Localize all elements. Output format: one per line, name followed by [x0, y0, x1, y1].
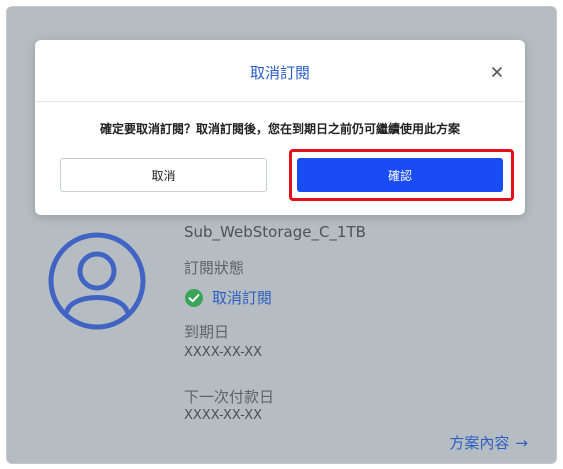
arrow-right-icon: → [515, 433, 528, 452]
cancel-button[interactable]: 取消 [60, 158, 267, 192]
user-avatar-icon [48, 232, 146, 330]
expiry-label: 到期日 [184, 323, 230, 341]
status-label: 訂閱狀態 [184, 259, 245, 277]
dialog-message: 確定要取消訂閱？取消訂閱後，您在到期日之前仍可繼續使用此方案 [99, 122, 460, 136]
plan-name: Sub_WebStorage_C_1TB [184, 223, 366, 241]
close-icon[interactable] [489, 64, 505, 80]
status-value: 取消訂閱 [212, 289, 273, 307]
confirm-button[interactable]: 確認 [297, 158, 503, 192]
plan-details-link[interactable]: 方案內容 → [449, 432, 528, 453]
expiry-value: XXXX-XX-XX [184, 345, 263, 360]
avatar [47, 231, 147, 331]
check-circle-icon [185, 288, 203, 307]
dialog-title: 取消訂閱 [249, 64, 310, 82]
next-payment-label: 下一次付款日 [184, 388, 275, 406]
next-payment-value: XXXX-XX-XX [184, 408, 263, 423]
plan-details-label: 方案內容 [449, 434, 510, 452]
cancel-subscription-dialog: 取消訂閱 確定要取消訂閱？取消訂閱後，您在到期日之前仍可繼續使用此方案 取消 確… [35, 40, 525, 215]
status-row: 取消訂閱 [184, 287, 272, 308]
dialog-header: 取消訂閱 [35, 40, 525, 102]
